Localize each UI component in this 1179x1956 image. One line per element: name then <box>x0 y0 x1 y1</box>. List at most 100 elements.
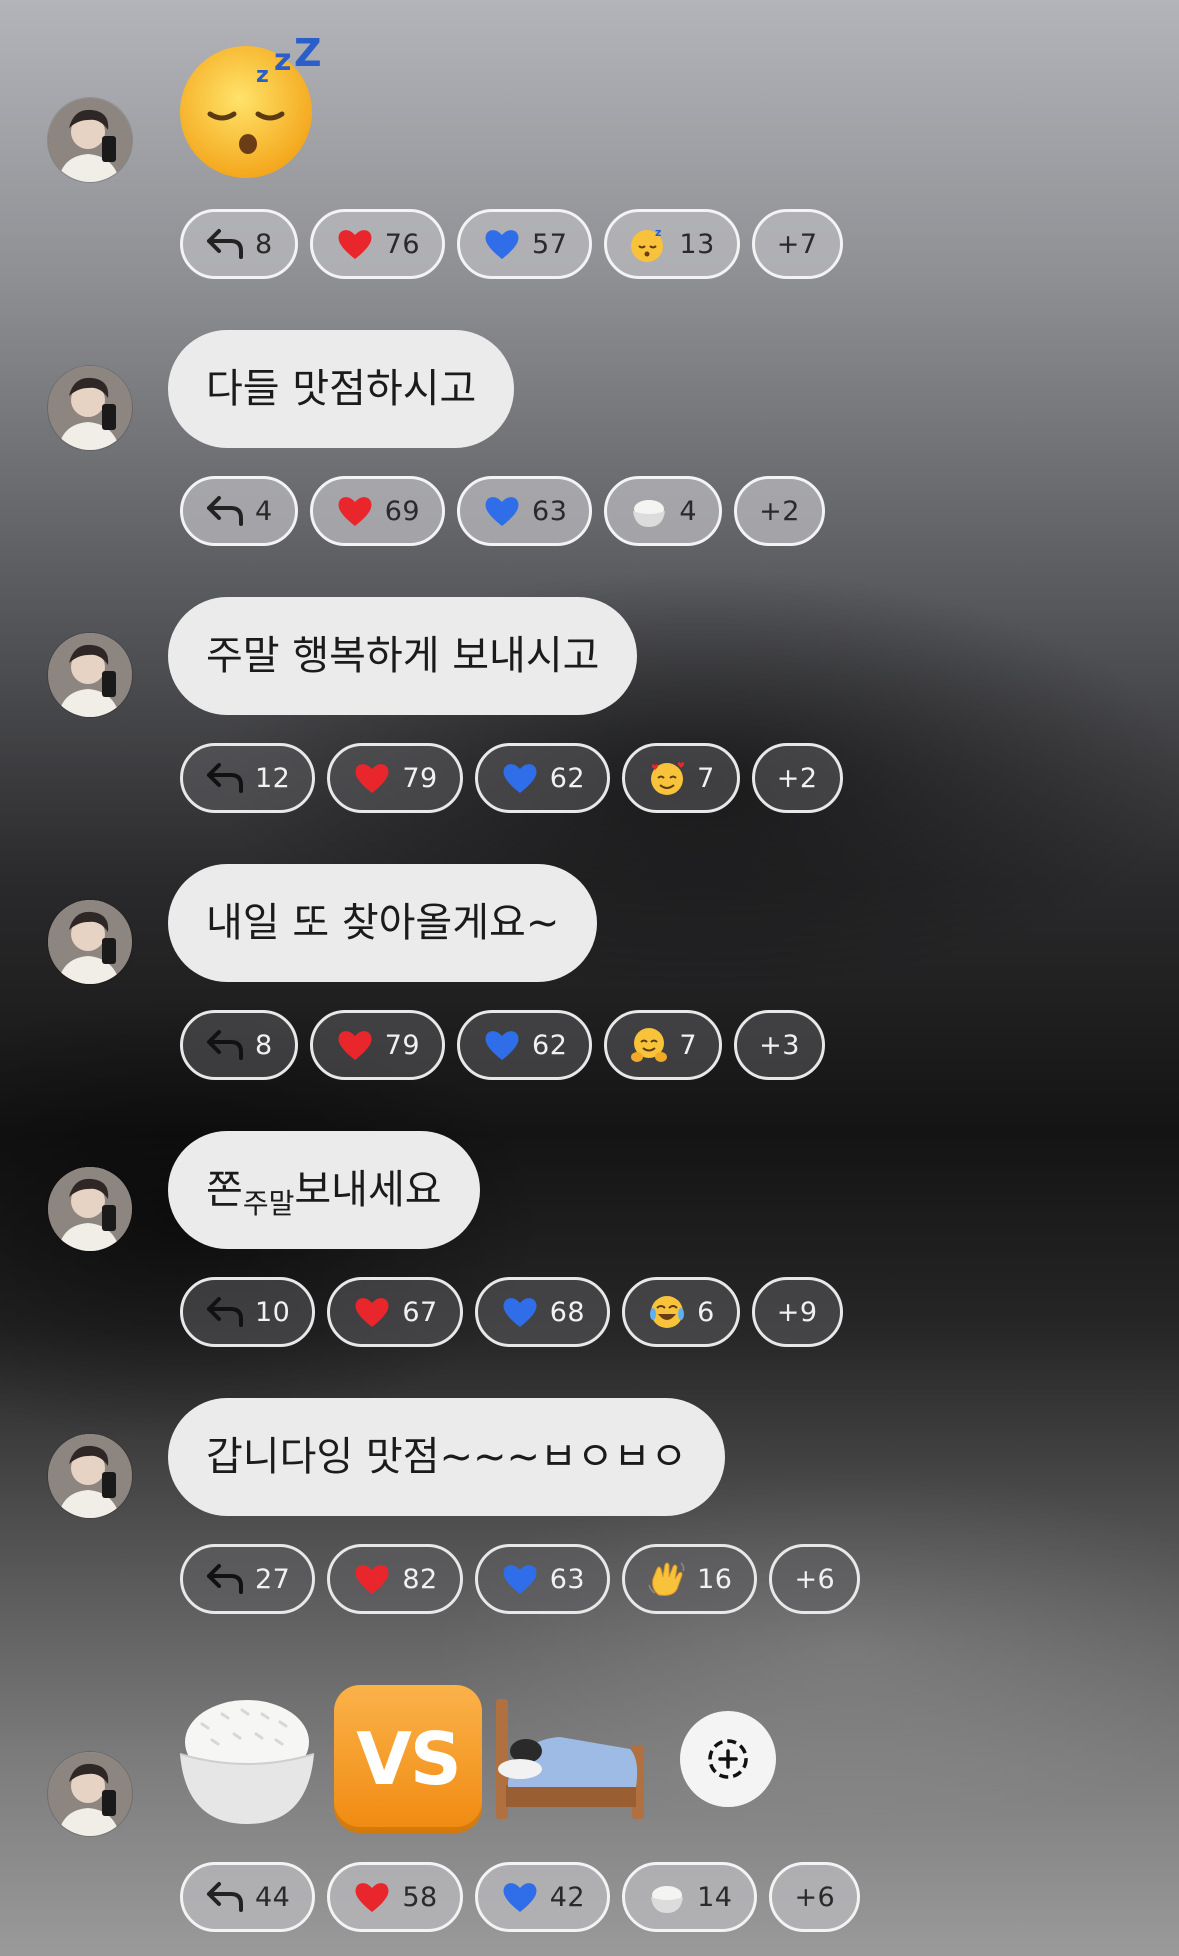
blue-heart-icon <box>503 1883 537 1912</box>
message-bubble[interactable]: 쫀주말보내세요 <box>168 1131 480 1249</box>
reply-count: 44 <box>255 1881 291 1913</box>
custom-reaction[interactable]: 7 <box>604 1010 723 1080</box>
red-heart-icon <box>338 230 372 259</box>
heart-count: 79 <box>402 762 438 794</box>
blue-heart-icon <box>485 230 519 259</box>
blue-heart-count: 57 <box>532 228 568 260</box>
message-text: 다들 맛점하시고 <box>206 366 477 412</box>
reply-count: 8 <box>255 228 273 260</box>
message-text: 주말 행복하게 보내시고 <box>206 633 600 679</box>
heart-reaction[interactable]: 79 <box>309 1010 446 1080</box>
hugging-face-icon <box>631 1028 668 1062</box>
custom-count: 7 <box>679 1029 698 1061</box>
blue-heart-reaction[interactable]: 57 <box>457 209 593 279</box>
blue-heart-reaction[interactable]: 63 <box>474 1544 611 1614</box>
more-reactions[interactable]: +7 <box>751 209 843 279</box>
rice-bowl-icon <box>633 500 666 527</box>
avatar-photo <box>48 633 132 717</box>
reply-arrow-icon <box>207 1564 243 1594</box>
avatar[interactable] <box>48 98 132 182</box>
message-bubble[interactable]: 다들 맛점하시고 <box>168 330 515 448</box>
blue-heart-icon <box>503 1298 537 1327</box>
blue-heart-reaction[interactable]: 68 <box>474 1277 611 1347</box>
rice-bowl-icon <box>179 1700 315 1824</box>
avatar[interactable] <box>48 633 132 717</box>
chat-thread: z z Z 8 76 57 z 13 +7 다들 맛점하시고 4 69 63 4… <box>0 0 1179 1956</box>
more-reactions[interactable]: +6 <box>769 1862 861 1932</box>
message-bubble[interactable]: 갑니다잉 맛점~~~ㅂㅇㅂㅇ <box>168 1398 726 1516</box>
reaction-bar: 4 69 63 4 +2 <box>180 476 825 546</box>
message-text-b: 보내세요 <box>294 1167 442 1213</box>
blue-heart-reaction[interactable]: 62 <box>474 743 611 813</box>
blue-heart-icon <box>485 1031 519 1060</box>
avatar-photo <box>48 1752 132 1836</box>
blue-heart-icon <box>503 1565 537 1594</box>
reply-button[interactable]: 44 <box>180 1862 316 1932</box>
more-reactions[interactable]: +2 <box>734 476 825 546</box>
custom-reaction[interactable]: 4 <box>604 476 723 546</box>
reply-count: 12 <box>255 762 291 794</box>
custom-reaction[interactable]: 16 <box>622 1544 758 1614</box>
heart-reaction[interactable]: 67 <box>327 1277 463 1347</box>
blue-heart-icon <box>503 764 537 793</box>
more-reactions[interactable]: +3 <box>734 1010 825 1080</box>
reply-arrow-icon <box>207 496 243 526</box>
reply-button[interactable]: 8 <box>180 1010 298 1080</box>
more-count: +6 <box>794 1563 836 1595</box>
emoji-only-message: VS <box>172 1684 776 1834</box>
custom-reaction[interactable]: 7 <box>622 743 740 813</box>
custom-reaction[interactable]: z 13 <box>604 209 740 279</box>
avatar[interactable] <box>48 1752 132 1836</box>
red-heart-icon <box>355 1565 389 1594</box>
reaction-bar: 8 76 57 z 13 +7 <box>180 209 843 279</box>
more-count: +3 <box>759 1029 800 1061</box>
blue-heart-reaction[interactable]: 42 <box>474 1862 611 1932</box>
red-heart-icon <box>355 1298 389 1327</box>
message-bubble[interactable]: 내일 또 찾아올게요~ <box>168 864 598 982</box>
avatar-photo <box>48 366 132 450</box>
avatar[interactable] <box>48 366 132 450</box>
heart-reaction[interactable]: 58 <box>327 1862 463 1932</box>
custom-reaction[interactable]: 14 <box>622 1862 758 1932</box>
more-count: +7 <box>776 228 818 260</box>
more-count: +2 <box>759 495 800 527</box>
blue-heart-count: 42 <box>549 1881 586 1913</box>
avatar-photo <box>48 98 132 182</box>
blue-heart-reaction[interactable]: 63 <box>457 476 593 546</box>
avatar[interactable] <box>48 1167 132 1251</box>
message-text: 내일 또 찾아올게요~ <box>206 900 560 946</box>
reply-button[interactable]: 8 <box>180 209 298 279</box>
avatar[interactable] <box>48 1434 132 1518</box>
waving-hand-icon <box>648 1562 685 1596</box>
more-reactions[interactable]: +2 <box>751 743 843 813</box>
custom-reaction[interactable]: 6 <box>622 1277 740 1347</box>
heart-count: 76 <box>384 228 421 260</box>
message-bubble[interactable]: 주말 행복하게 보내시고 <box>168 597 638 715</box>
reaction-bar: 44 58 42 14 +6 <box>180 1862 861 1932</box>
heart-reaction[interactable]: 79 <box>327 743 463 813</box>
red-heart-icon <box>338 1031 372 1060</box>
avatar[interactable] <box>48 900 132 984</box>
more-reactions[interactable]: +9 <box>751 1277 843 1347</box>
more-reactions[interactable]: +6 <box>769 1544 861 1614</box>
avatar-photo <box>48 1434 132 1518</box>
message-text: 갑니다잉 맛점~~~ㅂㅇㅂㅇ <box>206 1434 688 1480</box>
more-count: +6 <box>794 1881 836 1913</box>
reply-button[interactable]: 12 <box>180 743 316 813</box>
reply-arrow-icon <box>207 1882 243 1912</box>
reply-count: 10 <box>255 1296 291 1328</box>
vs-button-icon: VS <box>334 1685 482 1833</box>
reply-button[interactable]: 27 <box>180 1544 316 1614</box>
heart-count: 58 <box>402 1881 438 1913</box>
svg-text:z: z <box>256 63 269 88</box>
heart-reaction[interactable]: 82 <box>327 1544 463 1614</box>
reaction-bar: 8 79 62 7 +3 <box>180 1010 825 1080</box>
blue-heart-reaction[interactable]: 62 <box>457 1010 593 1080</box>
heart-reaction[interactable]: 76 <box>309 209 446 279</box>
reply-button[interactable]: 4 <box>180 476 298 546</box>
heart-reaction[interactable]: 69 <box>309 476 446 546</box>
blue-heart-count: 63 <box>549 1563 586 1595</box>
reply-button[interactable]: 10 <box>180 1277 316 1347</box>
add-reaction-button[interactable] <box>680 1711 776 1807</box>
heart-count: 79 <box>384 1029 421 1061</box>
